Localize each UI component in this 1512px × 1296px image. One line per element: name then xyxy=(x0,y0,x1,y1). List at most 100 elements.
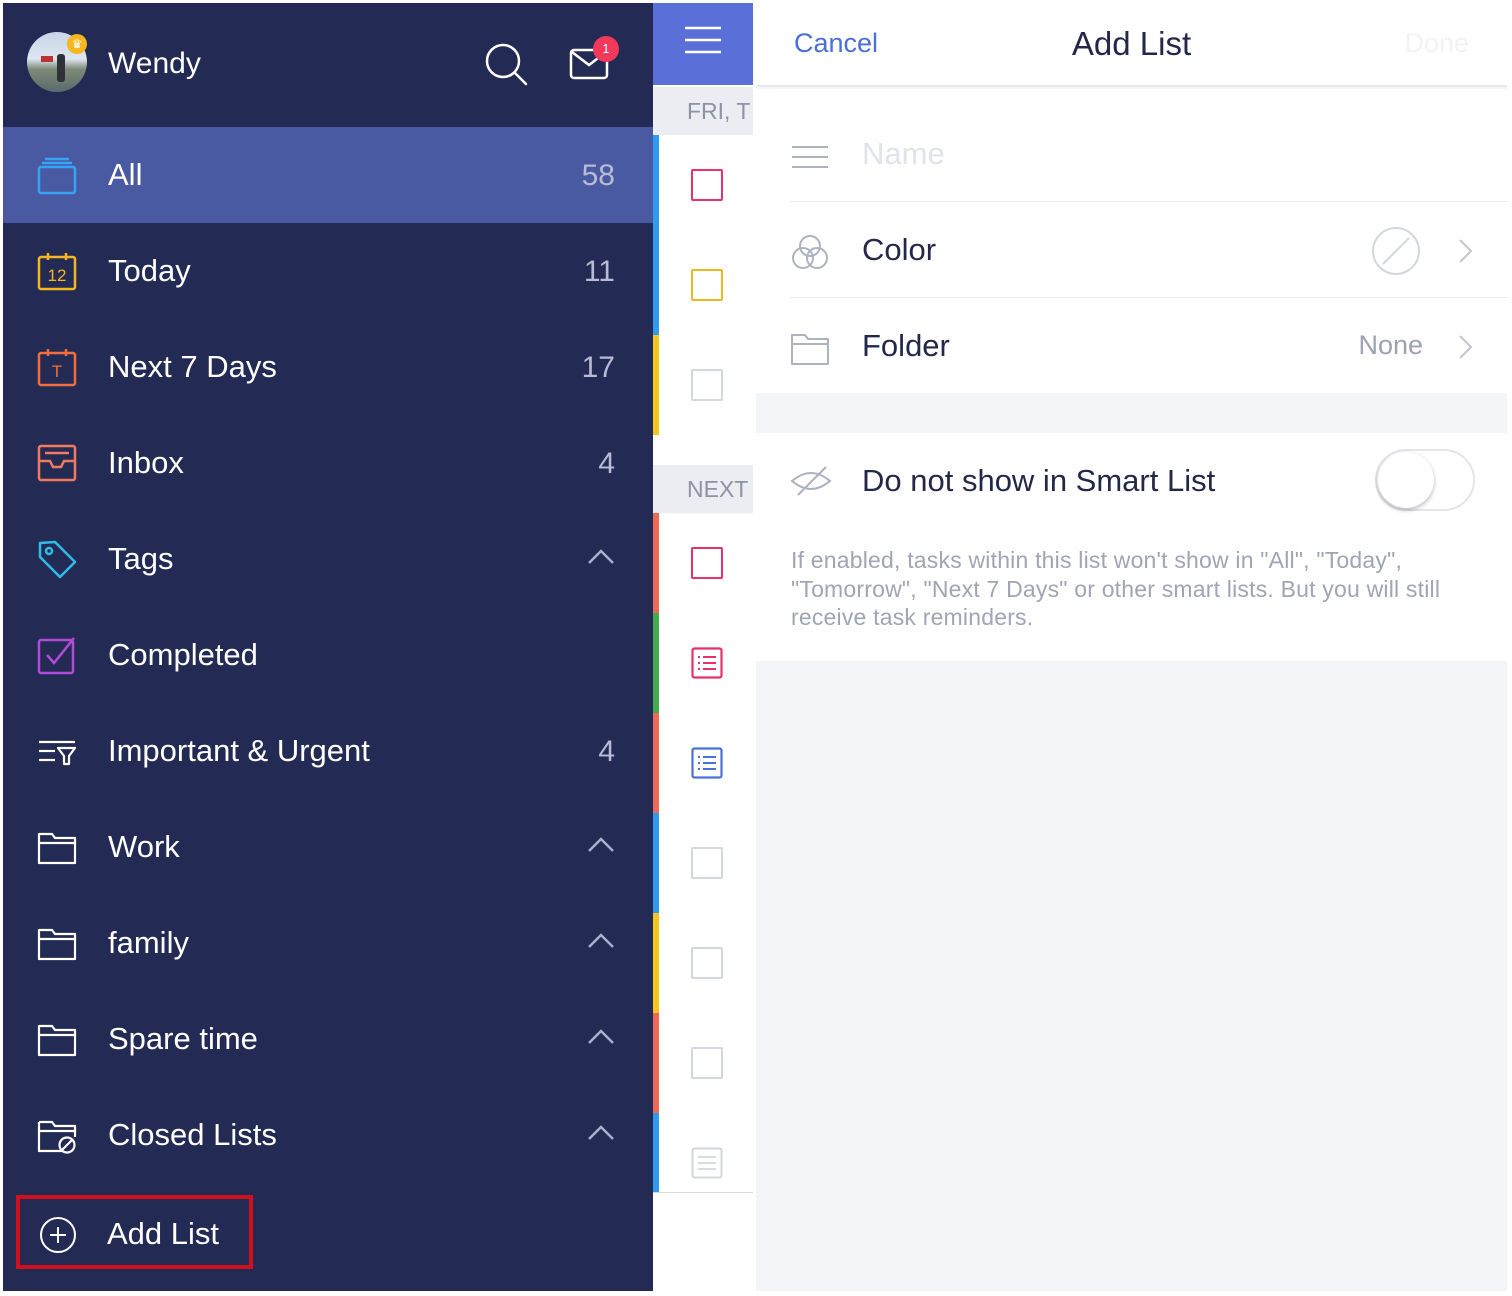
task-row[interactable] xyxy=(653,713,753,813)
calendar-today-icon: 12 xyxy=(37,253,77,291)
checked-box-icon xyxy=(37,637,75,675)
sidebar-item-important-urgent[interactable]: Important & Urgent 4 xyxy=(3,703,653,799)
checkbox[interactable] xyxy=(691,269,723,301)
sidebar-item-label: All xyxy=(108,157,143,192)
color-circles-icon xyxy=(792,235,828,269)
chevron-up-icon[interactable] xyxy=(587,931,615,951)
help-text: If enabled, tasks within this list won't… xyxy=(791,547,1441,630)
sidebar-item-label: Tags xyxy=(108,541,174,576)
chevron-up-icon[interactable] xyxy=(587,835,615,855)
sidebar-item-label: Important & Urgent xyxy=(108,733,370,768)
task-row[interactable] xyxy=(653,913,753,1013)
sidebar-item-label: Spare time xyxy=(108,1021,258,1056)
folder-icon xyxy=(37,1024,77,1057)
task-row[interactable] xyxy=(653,813,753,913)
divider xyxy=(653,1192,753,1193)
sidebar-item-label: Completed xyxy=(108,637,258,672)
sidebar-item-today[interactable]: 12 Today 11 xyxy=(3,223,653,319)
sidebar-item-tags[interactable]: Tags xyxy=(3,511,653,607)
chevron-up-icon[interactable] xyxy=(587,1123,615,1143)
checkbox[interactable] xyxy=(691,947,723,979)
smart-list-label: Do not show in Smart List xyxy=(862,463,1216,498)
hamburger-icon[interactable] xyxy=(685,25,721,55)
sidebar-item-count: 11 xyxy=(583,255,615,288)
sidebar-item-count: 4 xyxy=(598,735,615,768)
list-name-input[interactable] xyxy=(862,131,1422,177)
list-form: Color Folder None xyxy=(756,89,1507,393)
folder-icon xyxy=(791,334,829,365)
sidebar: ♛ Wendy 1 All 58 12 Today 11 T Next 7 Da… xyxy=(3,3,653,1291)
checkbox[interactable] xyxy=(691,847,723,879)
color-row[interactable]: Color xyxy=(790,201,1507,297)
sidebar-item-next-7-days[interactable]: T Next 7 Days 17 xyxy=(3,319,653,415)
sidebar-item-inbox[interactable]: Inbox 4 xyxy=(3,415,653,511)
profile-header: ♛ Wendy 1 xyxy=(3,3,653,127)
smart-list-row: Do not show in Smart List xyxy=(790,433,1507,529)
task-row[interactable] xyxy=(653,613,753,713)
section-header: NEXT xyxy=(653,465,753,513)
task-row[interactable] xyxy=(653,335,753,435)
sidebar-item-label: Inbox xyxy=(108,445,184,480)
sidebar-item-label: family xyxy=(108,925,189,960)
checkbox[interactable] xyxy=(691,1047,723,1079)
task-row[interactable] xyxy=(653,135,753,235)
task-row[interactable] xyxy=(653,1113,753,1193)
chevron-right-icon xyxy=(1459,335,1473,359)
done-button[interactable]: Done xyxy=(1404,28,1469,59)
name-row xyxy=(790,107,1507,203)
folder-label: Folder xyxy=(862,328,950,363)
closed-folder-icon xyxy=(37,1120,77,1154)
toggle-knob xyxy=(1378,452,1434,508)
checklist-icon[interactable] xyxy=(691,647,723,679)
sidebar-item-count: 4 xyxy=(598,447,615,480)
crown-icon: ♛ xyxy=(67,34,87,54)
nav-list: All 58 12 Today 11 T Next 7 Days 17 Inbo… xyxy=(3,127,653,1183)
checkbox[interactable] xyxy=(691,369,723,401)
sidebar-item-label: Work xyxy=(108,829,180,864)
tag-icon xyxy=(38,540,77,579)
checkbox[interactable] xyxy=(691,547,723,579)
filter-icon xyxy=(39,740,77,766)
add-list-label: Add List xyxy=(107,1216,220,1251)
checklist-icon[interactable] xyxy=(691,747,723,779)
chevron-up-icon[interactable] xyxy=(587,547,615,567)
folder-row[interactable]: Folder None xyxy=(790,297,1507,393)
sidebar-item-completed[interactable]: Completed xyxy=(3,607,653,703)
chevron-right-icon xyxy=(1459,239,1473,263)
search-icon[interactable] xyxy=(484,42,528,86)
folder-value: None xyxy=(1358,330,1423,360)
folder-icon xyxy=(37,928,77,961)
smart-list-toggle[interactable] xyxy=(1375,449,1475,511)
folder-icon xyxy=(37,832,77,865)
sidebar-item-count: 17 xyxy=(581,351,615,384)
sidebar-item-spare-time[interactable]: Spare time xyxy=(3,991,653,1087)
strip-header xyxy=(653,3,753,85)
mail-badge: 1 xyxy=(593,36,619,62)
color-label: Color xyxy=(862,232,937,267)
svg-text:T: T xyxy=(52,362,62,381)
username[interactable]: Wendy xyxy=(108,47,201,81)
page-title: Add List xyxy=(1071,25,1192,62)
smart-list-card: Do not show in Smart List If enabled, ta… xyxy=(756,433,1507,661)
task-row[interactable] xyxy=(653,235,753,335)
sidebar-item-family[interactable]: family xyxy=(3,895,653,991)
no-color-swatch-icon[interactable] xyxy=(1371,226,1421,276)
eye-hidden-icon xyxy=(790,466,832,496)
sidebar-item-label: Closed Lists xyxy=(108,1117,277,1152)
sidebar-item-work[interactable]: Work xyxy=(3,799,653,895)
checklist-icon[interactable] xyxy=(691,1147,723,1179)
task-strip: FRI, T NEXT xyxy=(653,3,753,1291)
add-list-button[interactable]: Add List xyxy=(16,1195,253,1269)
task-row[interactable] xyxy=(653,1013,753,1113)
svg-text:12: 12 xyxy=(48,266,67,285)
sidebar-item-label: Today xyxy=(108,253,191,288)
sidebar-item-closed-lists[interactable]: Closed Lists xyxy=(3,1087,653,1183)
plus-circle-icon xyxy=(40,1217,76,1253)
section-header: FRI, T xyxy=(653,87,753,135)
sidebar-item-label: Next 7 Days xyxy=(108,349,277,384)
sidebar-item-count: 58 xyxy=(581,159,615,192)
checkbox[interactable] xyxy=(691,169,723,201)
sidebar-item-all[interactable]: All 58 xyxy=(3,127,653,223)
chevron-up-icon[interactable] xyxy=(587,1027,615,1047)
task-row[interactable] xyxy=(653,513,753,613)
